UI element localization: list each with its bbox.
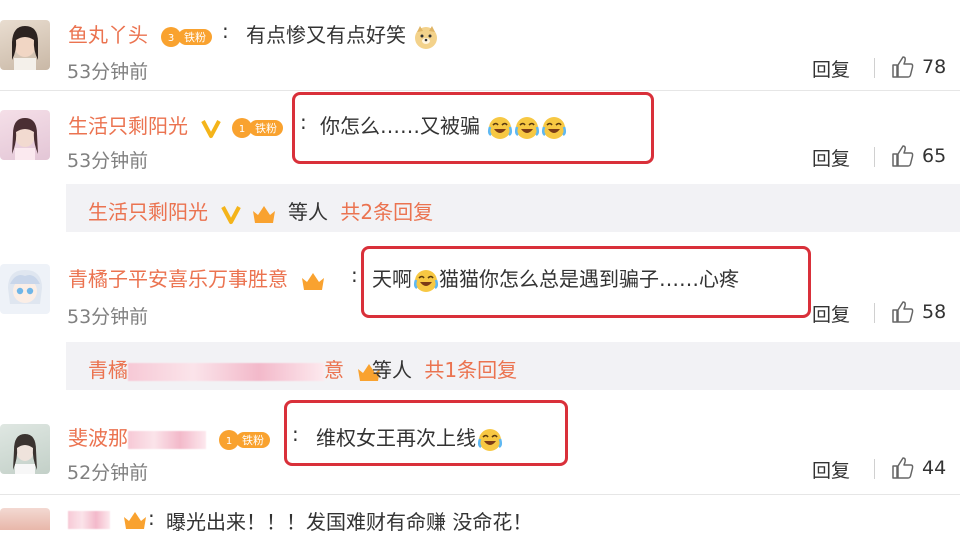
svg-text:1: 1 (226, 436, 232, 447)
thumbs-up-icon[interactable] (890, 54, 916, 80)
divider (874, 147, 875, 167)
like-count: 58 (922, 301, 947, 323)
fan-badge-label: 铁粉 (184, 31, 206, 44)
like-count: 78 (922, 56, 947, 78)
timestamp: 53分钟前 (67, 306, 149, 328)
divider (874, 303, 875, 323)
crown-badge-icon (252, 205, 275, 223)
fan-badge-label: 铁粉 (242, 434, 264, 447)
laughing-crying-icon (413, 269, 439, 292)
avatar[interactable] (0, 20, 50, 70)
username[interactable] (68, 506, 148, 531)
redacted-name (128, 362, 324, 381)
timestamp: 52分钟前 (67, 462, 149, 484)
avatar-anime-icon (8, 270, 42, 304)
sub-reply-summary: 等人 共2条回复 (288, 200, 434, 224)
view-replies-link[interactable]: 共2条回复 (340, 200, 433, 224)
timestamp: 53分钟前 (67, 150, 149, 172)
redacted-name (68, 510, 110, 529)
laughing-crying-icon (542, 116, 567, 139)
redacted-name (128, 430, 206, 449)
comment-5: : 曝光出来！！！发国难财有命赚 没命花！ (0, 500, 960, 534)
divider (874, 58, 875, 78)
laughing-crying-icon (477, 428, 503, 451)
sub-replies[interactable]: 生活只剩阳光 等人 共2条回复 (66, 184, 960, 232)
colon: : (222, 19, 229, 43)
avatar[interactable] (0, 424, 50, 474)
divider (0, 494, 960, 495)
fan-badge-icon[interactable]: 1 铁粉 (218, 429, 272, 451)
sub-reply-username[interactable]: 青橘意 (88, 354, 382, 383)
avatar-portrait-icon (12, 26, 38, 70)
view-replies-link[interactable]: 共1条回复 (424, 358, 517, 382)
avatar-portrait-icon (12, 118, 38, 160)
thumbs-up-icon[interactable] (890, 299, 916, 325)
reply-button[interactable]: 回复 (812, 456, 850, 483)
verified-v-icon (201, 119, 222, 138)
laughing-crying-icon (488, 116, 513, 139)
username[interactable]: 青橘子平安喜乐万事胜意 (68, 263, 326, 292)
colon: : (300, 110, 307, 134)
comment-text: 有点惨又有点好笑 (246, 19, 439, 50)
crown-badge-icon (302, 272, 325, 290)
sub-reply-summary: 等人 共1条回复 (372, 358, 518, 382)
fan-badge-icon[interactable]: 3 铁粉 (160, 26, 214, 48)
username[interactable]: 斐波那 1 铁粉 (68, 422, 272, 451)
avatar[interactable] (0, 508, 50, 530)
fan-badge-label: 铁粉 (255, 122, 277, 135)
svg-text:3: 3 (168, 33, 174, 44)
doge-icon (415, 25, 438, 49)
sub-reply-username[interactable]: 生活只剩阳光 (88, 196, 277, 225)
avatar-portrait-icon (13, 434, 37, 474)
username[interactable]: 鱼丸丫头 3 铁粉 (68, 19, 214, 48)
thumbs-up-icon[interactable] (890, 143, 916, 169)
thumbs-up-icon[interactable] (890, 455, 916, 481)
avatar[interactable] (0, 264, 50, 314)
comment-1: 鱼丸丫头 3 铁粉 : 有点惨又有点好笑 53分钟前 回复 78 (0, 0, 960, 88)
comment-2: 生活只剩阳光 1 铁粉 : 你怎么……又被骗 53分钟前 回复 65 生活只剩阳… (0, 90, 960, 232)
username[interactable]: 生活只剩阳光 1 铁粉 (68, 110, 285, 139)
comment-text: 天啊 猫猫你怎么总是遇到骗子……心疼 (372, 263, 739, 294)
comment-text: 维权女王再次上线 (316, 422, 503, 453)
divider (874, 459, 875, 479)
verified-v-icon (221, 205, 242, 224)
reply-button[interactable]: 回复 (812, 144, 850, 171)
reply-button[interactable]: 回复 (812, 55, 850, 82)
crown-badge-icon (124, 511, 147, 529)
laughing-crying-icon (515, 116, 540, 139)
comment-4: 斐波那 1 铁粉 : 维权女王再次上线 52分钟前 回复 44 (0, 400, 960, 495)
like-count: 44 (922, 457, 947, 479)
colon: : (148, 506, 155, 530)
like-count: 65 (922, 145, 947, 167)
reply-button[interactable]: 回复 (812, 300, 850, 327)
comment-text: 你怎么……又被骗 (320, 110, 567, 141)
comment-text: 曝光出来！！！发国难财有命赚 没命花！ (166, 510, 533, 534)
colon: : (351, 263, 358, 287)
avatar[interactable] (0, 110, 50, 160)
timestamp: 53分钟前 (67, 61, 149, 83)
sub-replies[interactable]: 青橘意 等人 共1条回复 (66, 342, 960, 390)
comment-3: 青橘子平安喜乐万事胜意 : 天啊 猫猫你怎么总是遇到骗子……心疼 53分钟前 回复… (0, 246, 960, 406)
fan-badge-icon[interactable]: 1 铁粉 (231, 117, 285, 139)
svg-text:1: 1 (239, 124, 245, 135)
